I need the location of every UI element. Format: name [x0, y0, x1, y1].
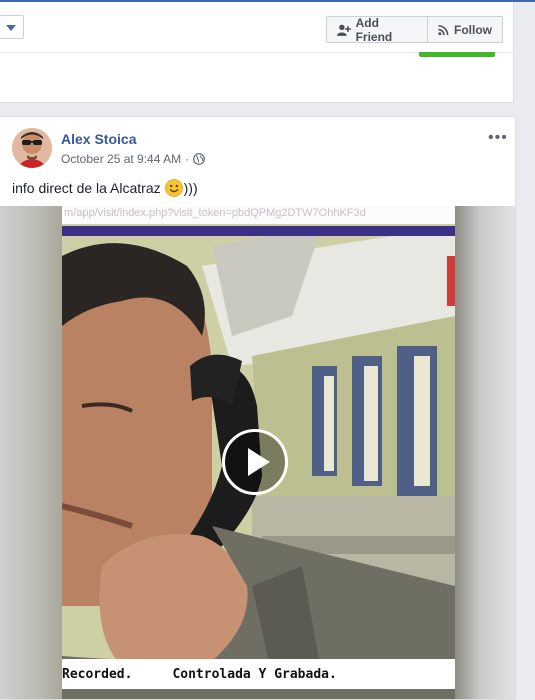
- smiley-emoji-icon: [164, 179, 183, 197]
- caret-down-icon: [6, 25, 16, 31]
- profile-actions: Add Friend Follow: [326, 15, 503, 44]
- post-video[interactable]: m/app/visit/index.php?visit_token=pbdQPM…: [0, 206, 515, 699]
- post-options-button[interactable]: •••: [488, 130, 508, 146]
- caption-controlada: Controlada Y Grabada.: [172, 666, 337, 682]
- post-author-name[interactable]: Alex Stoica: [61, 131, 136, 147]
- video-blur-left: [0, 206, 62, 699]
- globe-icon[interactable]: [193, 153, 205, 165]
- video-caption-strip: Recorded. Controlada Y Grabada.: [62, 659, 455, 689]
- feed-post: Alex Stoica October 25 at 9:44 AM · ••• …: [0, 116, 516, 700]
- add-friend-label: Add Friend: [355, 15, 393, 44]
- post-text-suffix: ))): [183, 180, 198, 196]
- post-meta: October 25 at 9:44 AM ·: [61, 152, 205, 166]
- post-timestamp[interactable]: October 25 at 9:44 AM: [61, 152, 181, 166]
- active-tab-indicator: [419, 52, 495, 57]
- author-avatar[interactable]: [12, 128, 52, 168]
- add-friend-icon: [337, 24, 351, 36]
- post-text-body: info direct de la Alcatraz: [12, 180, 161, 196]
- avatar-image: [12, 128, 52, 168]
- play-button[interactable]: [222, 429, 288, 495]
- add-friend-button[interactable]: Add Friend: [326, 15, 428, 44]
- video-top-band: [62, 226, 455, 236]
- meta-separator: ·: [185, 152, 190, 166]
- profile-header-card: Add Friend Follow: [0, 2, 514, 103]
- post-text: info direct de la Alcatraz ))): [12, 179, 198, 197]
- play-icon: [248, 448, 270, 476]
- more-options-dropdown[interactable]: [0, 15, 24, 39]
- video-frame: m/app/visit/index.php?visit_token=pbdQPM…: [62, 206, 455, 699]
- caption-recorded: Recorded.: [62, 666, 133, 682]
- follow-button[interactable]: Follow: [428, 16, 503, 43]
- video-url-overlay: m/app/visit/index.php?visit_token=pbdQPM…: [62, 206, 455, 224]
- rss-icon: [438, 24, 449, 35]
- follow-label: Follow: [454, 22, 492, 37]
- video-blur-right: [455, 206, 515, 699]
